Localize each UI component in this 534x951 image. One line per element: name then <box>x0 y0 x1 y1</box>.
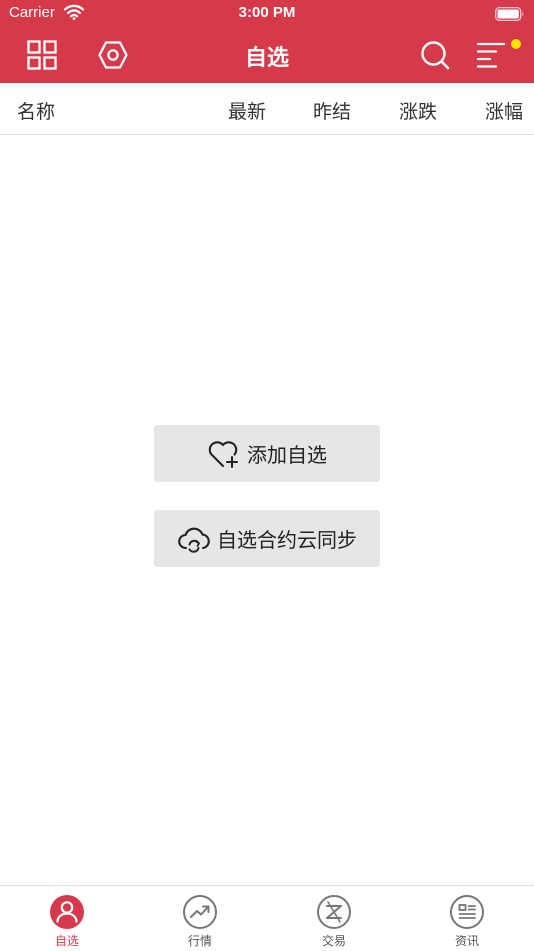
search-icon[interactable] <box>417 37 453 73</box>
tab-news-label: 资讯 <box>454 934 479 948</box>
add-watchlist-button[interactable]: 添加自选 <box>154 425 380 482</box>
notification-dot <box>511 39 521 49</box>
tab-bar: 自选 行情 交易 资讯 <box>0 885 534 951</box>
cloud-sync-label: 自选合约云同步 <box>217 528 357 552</box>
heart-plus-icon <box>207 439 241 469</box>
column-change[interactable]: 涨跌 <box>399 97 437 124</box>
column-name[interactable]: 名称 <box>17 97 55 124</box>
status-bar: Carrier 3:00 PM <box>0 0 534 28</box>
news-icon <box>449 894 485 930</box>
app-header: Carrier 3:00 PM 自选 <box>0 0 534 83</box>
page-title: 自选 <box>244 46 289 71</box>
tab-trade-label: 交易 <box>321 934 346 948</box>
cloud-sync-button[interactable]: 自选合约云同步 <box>154 510 380 567</box>
menu-icon[interactable] <box>474 37 510 73</box>
nav-bar: 自选 <box>0 28 534 83</box>
trend-up-icon <box>182 894 218 930</box>
cloud-sync-icon <box>177 524 211 554</box>
column-prev-close[interactable]: 昨结 <box>313 97 351 124</box>
tab-news[interactable]: 资讯 <box>427 894 507 950</box>
tab-watchlist[interactable]: 自选 <box>27 894 107 950</box>
add-watchlist-label: 添加自选 <box>247 443 327 467</box>
trade-icon <box>316 894 352 930</box>
battery-icon <box>495 6 525 25</box>
tab-market-label: 行情 <box>187 934 212 948</box>
column-header: 名称 最新 昨结 涨跌 涨幅 <box>0 83 534 135</box>
tab-watchlist-label: 自选 <box>54 934 79 948</box>
column-latest[interactable]: 最新 <box>228 97 266 124</box>
status-time: 3:00 PM <box>238 4 296 21</box>
column-change-pct[interactable]: 涨幅 <box>485 97 523 124</box>
tab-trade[interactable]: 交易 <box>294 894 374 950</box>
person-icon <box>49 894 85 930</box>
tab-market[interactable]: 行情 <box>160 894 240 950</box>
